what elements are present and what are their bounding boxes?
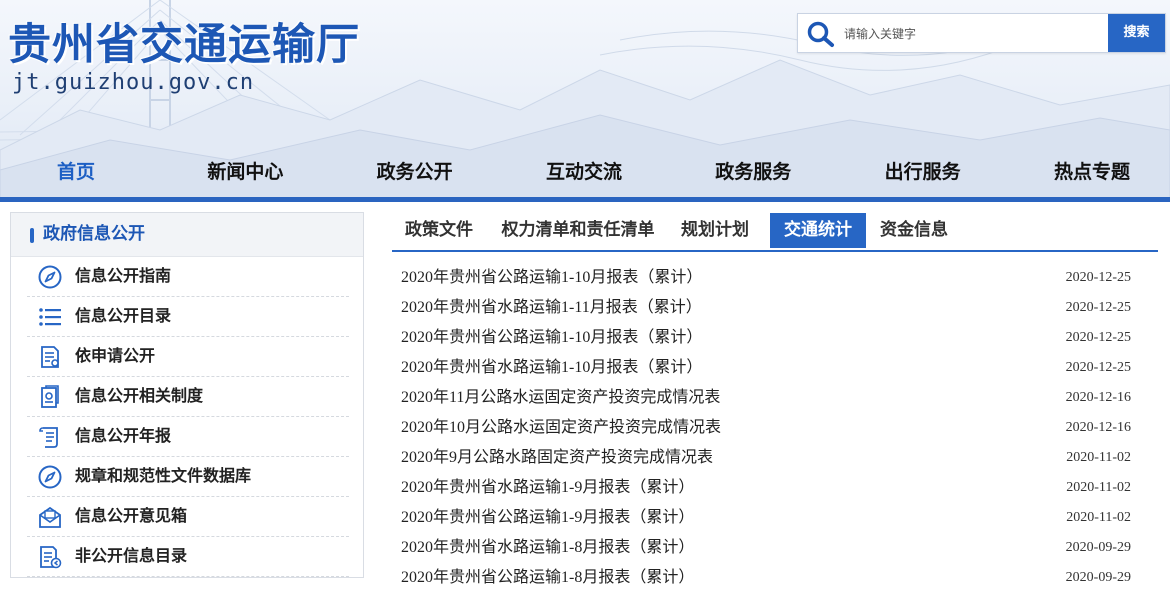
article-date: 2020-11-02 bbox=[1066, 510, 1131, 525]
main-nav: 首页 新闻中心 政务公开 互动交流 政务服务 出行服务 热点专题 bbox=[0, 150, 1170, 194]
tab-policy-documents[interactable]: 政策文件 bbox=[392, 213, 486, 248]
sidebar-item-feedback-box[interactable]: 信息公开意见箱 bbox=[27, 497, 349, 537]
site-title: 贵州省交通运输厅 bbox=[8, 20, 360, 70]
nav-item-government-affairs[interactable]: 政务公开 bbox=[367, 150, 463, 194]
article-title[interactable]: 2020年9月公路水路固定资产投资完成情况表 bbox=[401, 443, 713, 473]
article-title[interactable]: 2020年贵州省水路运输1-10月报表（累计） bbox=[401, 353, 702, 383]
list-item[interactable]: 2020年贵州省水路运输1-9月报表（累计） 2020-11-02 bbox=[392, 473, 1158, 503]
document-icon bbox=[41, 346, 59, 368]
article-date: 2020-12-16 bbox=[1065, 390, 1131, 405]
article-date: 2020-09-29 bbox=[1065, 570, 1131, 585]
article-date: 2020-11-02 bbox=[1066, 450, 1131, 465]
sidebar-item-non-public-catalog[interactable]: 非公开信息目录 bbox=[27, 537, 349, 577]
article-date: 2020-12-25 bbox=[1065, 360, 1131, 375]
list-item[interactable]: 2020年9月公路水路固定资产投资完成情况表 2020-11-02 bbox=[392, 443, 1158, 473]
site-header: 贵州省交通运输厅 jt.guizhou.gov.cn 搜索 首页 新闻中心 政务… bbox=[0, 0, 1170, 198]
article-title[interactable]: 2020年贵州省公路运输1-8月报表（累计） bbox=[401, 563, 694, 593]
search-box: 搜索 bbox=[797, 13, 1166, 53]
list-item[interactable]: 2020年贵州省公路运输1-8月报表（累计） 2020-09-29 bbox=[392, 563, 1158, 593]
sidebar-title: 政府信息公开 bbox=[43, 224, 145, 244]
sidebar-item-label: 依申请公开 bbox=[75, 346, 156, 365]
list-item[interactable]: 2020年贵州省水路运输1-10月报表（累计） 2020-12-25 bbox=[392, 353, 1158, 383]
nav-item-news[interactable]: 新闻中心 bbox=[197, 150, 293, 194]
article-date: 2020-12-25 bbox=[1065, 300, 1131, 315]
sidebar-item-label: 信息公开目录 bbox=[75, 306, 172, 325]
article-title[interactable]: 2020年贵州省公路运输1-10月报表（累计） bbox=[401, 323, 702, 353]
sidebar: 政府信息公开 信息公开指南 信息公开目录 依申请公开 信息公开相关制度 信息公开… bbox=[10, 212, 364, 578]
article-date: 2020-09-29 bbox=[1065, 540, 1131, 555]
list-item[interactable]: 2020年贵州省水路运输1-8月报表（累计） 2020-09-29 bbox=[392, 533, 1158, 563]
document-list-icon bbox=[40, 546, 62, 569]
article-title[interactable]: 2020年贵州省公路运输1-10月报表（累计） bbox=[401, 263, 702, 293]
nav-item-hot-topics[interactable]: 热点专题 bbox=[1044, 150, 1140, 194]
tab-planning[interactable]: 规划计划 bbox=[676, 213, 754, 248]
sidebar-item-annual-report[interactable]: 信息公开年报 bbox=[27, 417, 349, 457]
article-title[interactable]: 2020年10月公路水运固定资产投资完成情况表 bbox=[401, 413, 721, 443]
list-item[interactable]: 2020年11月公路水运固定资产投资完成情况表 2020-12-16 bbox=[392, 383, 1158, 413]
search-input[interactable] bbox=[842, 20, 1106, 48]
nav-item-government-services[interactable]: 政务服务 bbox=[705, 150, 801, 194]
search-icon[interactable] bbox=[806, 20, 836, 48]
list-item[interactable]: 2020年贵州省公路运输1-10月报表（累计） 2020-12-25 bbox=[392, 263, 1158, 293]
sidebar-item-disclosure-catalog[interactable]: 信息公开目录 bbox=[27, 297, 349, 337]
sidebar-item-apply-disclosure[interactable]: 依申请公开 bbox=[27, 337, 349, 377]
nav-item-interaction[interactable]: 互动交流 bbox=[536, 150, 632, 194]
list-item[interactable]: 2020年贵州省公路运输1-10月报表（累计） 2020-12-25 bbox=[392, 323, 1158, 353]
site-domain: jt.guizhou.gov.cn bbox=[12, 70, 255, 95]
mailbox-icon bbox=[39, 506, 61, 528]
compass-icon bbox=[38, 465, 62, 489]
list-item[interactable]: 2020年贵州省水路运输1-11月报表（累计） 2020-12-25 bbox=[392, 293, 1158, 323]
list-icon bbox=[39, 308, 61, 326]
nav-underline-bar bbox=[0, 197, 1170, 202]
sidebar-item-label: 规章和规范性文件数据库 bbox=[75, 466, 252, 485]
article-title[interactable]: 2020年11月公路水运固定资产投资完成情况表 bbox=[401, 383, 720, 413]
sidebar-item-label: 信息公开意见箱 bbox=[75, 506, 188, 525]
article-date: 2020-12-25 bbox=[1065, 330, 1131, 345]
sidebar-item-label: 信息公开指南 bbox=[75, 266, 172, 285]
sidebar-item-regulations-database[interactable]: 规章和规范性文件数据库 bbox=[27, 457, 349, 497]
article-date: 2020-11-02 bbox=[1066, 480, 1131, 495]
article-title[interactable]: 2020年贵州省水路运输1-8月报表（累计） bbox=[401, 533, 694, 563]
nav-item-home[interactable]: 首页 bbox=[28, 150, 124, 194]
article-title[interactable]: 2020年贵州省公路运输1-9月报表（累计） bbox=[401, 503, 694, 533]
nav-item-travel-services[interactable]: 出行服务 bbox=[875, 150, 971, 194]
content-tabs: 政策文件 权力清单和责任清单 规划计划 交通统计 资金信息 bbox=[392, 212, 1158, 252]
article-title[interactable]: 2020年贵州省水路运输1-11月报表（累计） bbox=[401, 293, 702, 323]
article-date: 2020-12-16 bbox=[1065, 420, 1131, 435]
sidebar-header: 政府信息公开 bbox=[11, 213, 363, 257]
list-item[interactable]: 2020年贵州省公路运输1-9月报表（累计） 2020-11-02 bbox=[392, 503, 1158, 533]
tab-fund-information[interactable]: 资金信息 bbox=[870, 213, 958, 248]
list-item[interactable]: 2020年10月公路水运固定资产投资完成情况表 2020-12-16 bbox=[392, 413, 1158, 443]
sidebar-item-label: 信息公开相关制度 bbox=[75, 386, 204, 405]
sidebar-item-label: 信息公开年报 bbox=[75, 426, 172, 445]
compass-icon bbox=[38, 265, 62, 289]
search-button[interactable]: 搜索 bbox=[1108, 14, 1165, 52]
report-scroll-icon bbox=[39, 427, 58, 448]
sidebar-item-disclosure-guide[interactable]: 信息公开指南 bbox=[27, 257, 349, 297]
tab-traffic-statistics[interactable]: 交通统计 bbox=[770, 213, 866, 248]
sidebar-item-related-policies[interactable]: 信息公开相关制度 bbox=[27, 377, 349, 417]
tab-power-responsibility-lists[interactable]: 权力清单和责任清单 bbox=[490, 213, 666, 248]
sidebar-item-label: 非公开信息目录 bbox=[75, 546, 188, 565]
article-list: 2020年贵州省公路运输1-10月报表（累计） 2020-12-25 2020年… bbox=[392, 263, 1158, 593]
sidebar-list: 信息公开指南 信息公开目录 依申请公开 信息公开相关制度 信息公开年报 规章和规… bbox=[27, 257, 349, 577]
policy-document-icon bbox=[41, 385, 59, 408]
article-date: 2020-12-25 bbox=[1065, 270, 1131, 285]
sidebar-accent-bar bbox=[30, 228, 34, 243]
article-title[interactable]: 2020年贵州省水路运输1-9月报表（累计） bbox=[401, 473, 694, 503]
